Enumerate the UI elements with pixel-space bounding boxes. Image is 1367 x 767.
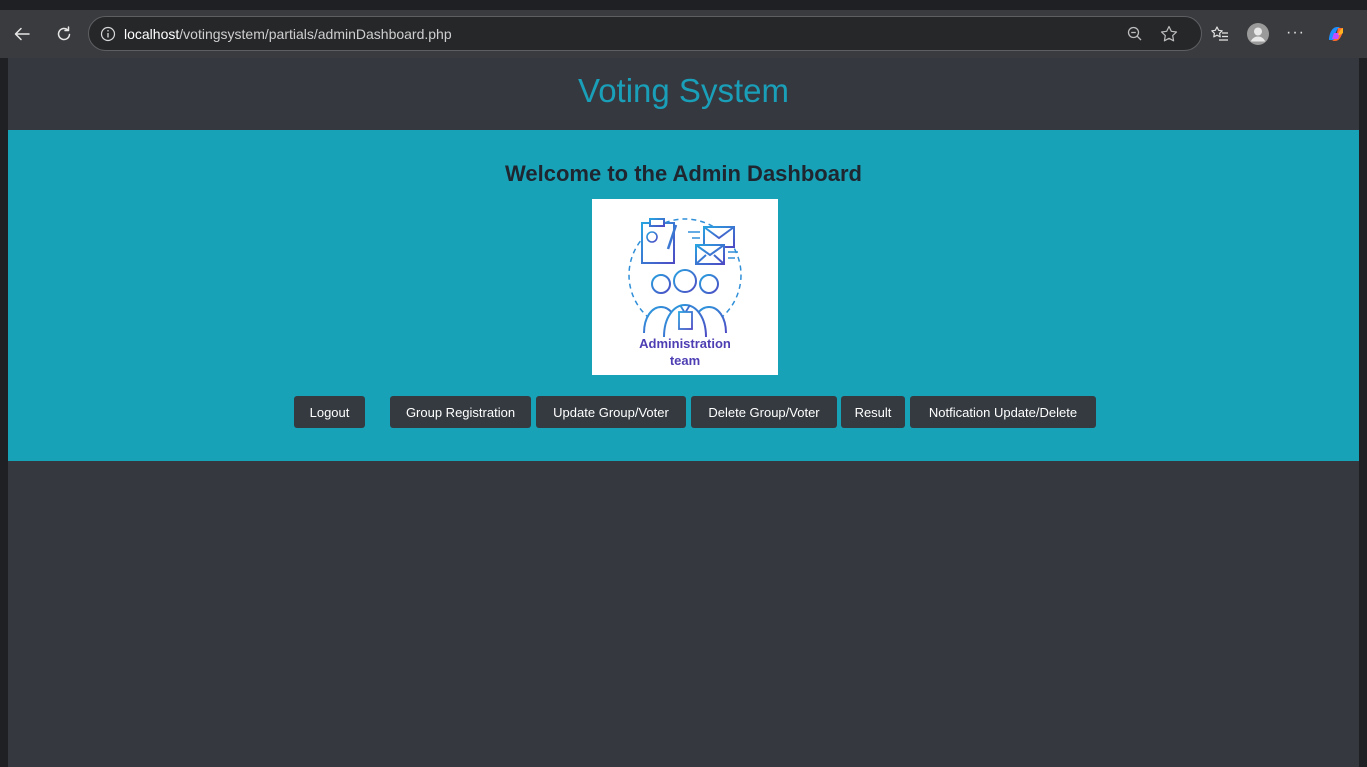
result-button[interactable]: Result — [841, 396, 905, 428]
copilot-icon[interactable] — [1324, 22, 1348, 46]
logo-caption-line1: Administration — [639, 336, 731, 351]
url-text[interactable]: localhost/votingsystem/partials/adminDas… — [124, 26, 452, 42]
zoom-out-icon[interactable] — [1126, 25, 1144, 43]
logout-button[interactable]: Logout — [294, 396, 365, 428]
notification-update-delete-button[interactable]: Notfication Update/Delete — [910, 396, 1096, 428]
page-content: Voting System Welcome to the Admin Dashb… — [8, 58, 1359, 767]
update-group-voter-button[interactable]: Update Group/Voter — [536, 396, 686, 428]
group-registration-button[interactable]: Group Registration — [390, 396, 531, 428]
window-top-strip — [0, 0, 1367, 10]
favorite-star-icon[interactable] — [1159, 24, 1179, 44]
favorites-list-icon[interactable] — [1210, 24, 1230, 44]
browser-toolbar: localhost/votingsystem/partials/adminDas… — [0, 10, 1367, 58]
logo-caption-line2: team — [670, 353, 700, 368]
url-host: localhost — [124, 25, 180, 42]
url-path: /votingsystem/partials/adminDashboard.ph… — [179, 25, 452, 42]
dashboard-heading: Welcome to the Admin Dashboard — [505, 161, 862, 186]
more-options-icon[interactable]: ··· — [1286, 24, 1305, 42]
refresh-icon[interactable] — [46, 16, 82, 52]
administration-team-logo: Administration team — [592, 199, 778, 375]
site-title: Voting System — [578, 72, 789, 109]
profile-avatar-icon[interactable] — [1246, 22, 1270, 46]
info-icon[interactable] — [100, 26, 116, 42]
dashboard-banner: Welcome to the Admin Dashboard Administr… — [8, 130, 1359, 461]
back-arrow-icon[interactable] — [4, 16, 40, 52]
address-bar[interactable]: localhost/votingsystem/partials/adminDas… — [88, 16, 1202, 51]
delete-group-voter-button[interactable]: Delete Group/Voter — [691, 396, 837, 428]
